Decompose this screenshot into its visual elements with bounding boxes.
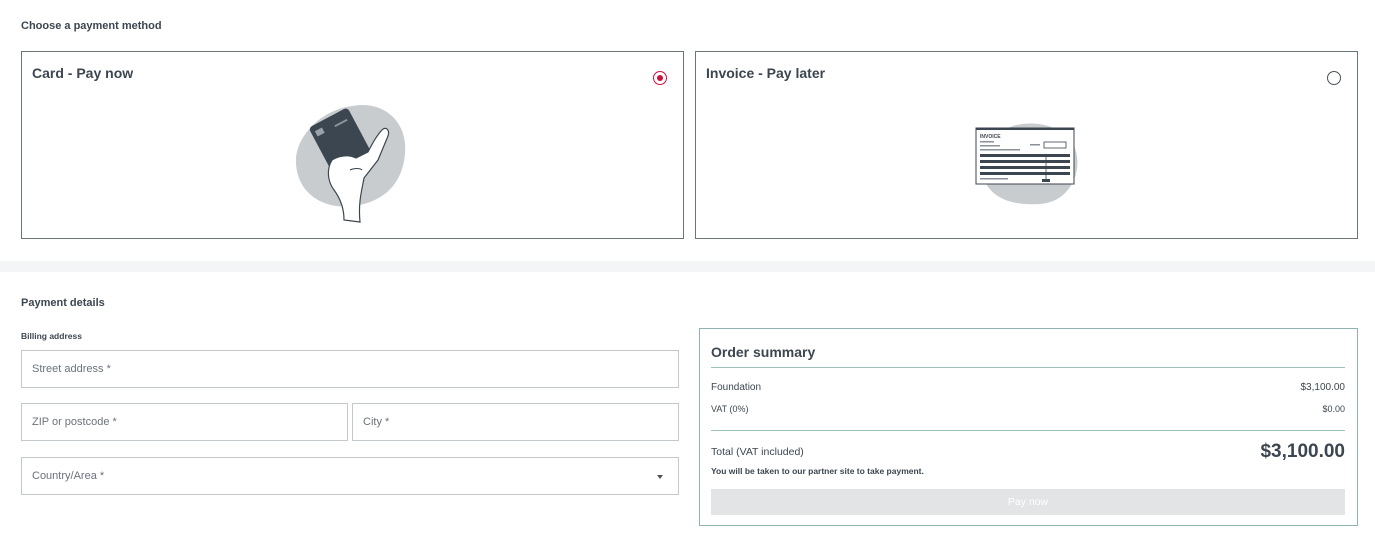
total-value: $3,100.00: [1260, 441, 1345, 462]
street-address-field[interactable]: [21, 350, 679, 388]
partner-site-note: You will be taken to our partner site to…: [711, 466, 924, 476]
payment-option-card-label: Card - Pay now: [32, 65, 134, 81]
vat-value: $0.00: [1322, 404, 1345, 414]
country-area-input[interactable]: [32, 470, 668, 482]
payment-option-invoice-radio[interactable]: [1327, 71, 1341, 85]
payment-option-card[interactable]: Card - Pay now: [21, 51, 684, 239]
zip-postcode-field[interactable]: [21, 403, 348, 441]
city-field[interactable]: [352, 403, 679, 441]
line-item-value: $3,100.00: [1300, 382, 1346, 393]
order-summary-title: Order summary: [711, 344, 816, 360]
invoice-doc-label: INVOICE: [980, 134, 1001, 140]
street-address-input[interactable]: [32, 363, 668, 375]
order-summary-panel: Order summary Foundation $3,100.00 VAT (…: [699, 328, 1358, 526]
vat-label: VAT (0%): [711, 404, 749, 414]
payment-option-invoice[interactable]: Invoice - Pay later INVOICE: [695, 51, 1358, 239]
billing-address-label: Billing address: [21, 331, 82, 341]
summary-divider-bottom: [711, 430, 1345, 431]
zip-postcode-input[interactable]: [32, 416, 337, 428]
pay-now-button[interactable]: Pay now: [711, 489, 1345, 515]
payment-method-heading: Choose a payment method: [21, 20, 162, 32]
chevron-down-icon[interactable]: [657, 475, 663, 479]
summary-vat-line: VAT (0%) $0.00: [711, 404, 1345, 414]
payment-option-card-radio[interactable]: [653, 71, 667, 85]
summary-line-item: Foundation $3,100.00: [711, 382, 1345, 393]
payment-option-invoice-label: Invoice - Pay later: [706, 65, 826, 81]
line-item-label: Foundation: [711, 382, 762, 393]
card-hand-illustration-icon: [295, 104, 406, 223]
section-divider: [0, 261, 1375, 272]
total-label: Total (VAT included): [711, 446, 804, 458]
country-area-select[interactable]: [21, 457, 679, 495]
summary-divider-top: [711, 367, 1345, 368]
city-input[interactable]: [363, 416, 668, 428]
invoice-illustration-icon: INVOICE: [975, 123, 1078, 205]
payment-details-heading: Payment details: [21, 297, 105, 309]
